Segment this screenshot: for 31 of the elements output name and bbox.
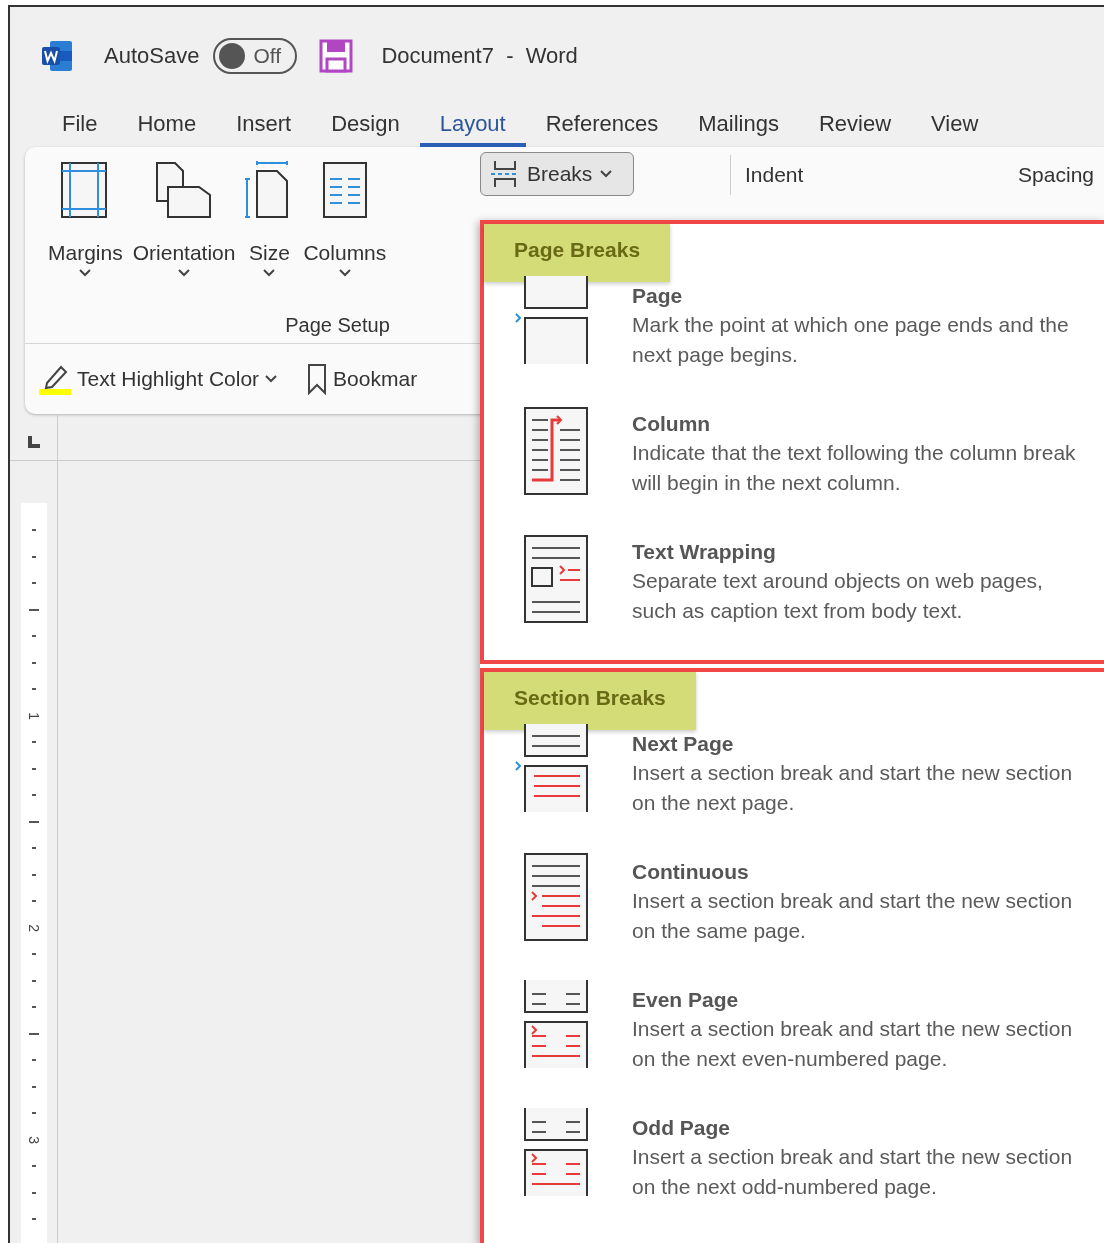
menu-item[interactable]: Column Indicate that the text following the column break will begin in the next column. (484, 404, 1104, 532)
menu-item[interactable]: Continuous Insert a section break and start the new section on the same page. (484, 852, 1104, 980)
menu-item[interactable]: Text Wrapping Separate text around objects on web pages, such as caption text from body text. (484, 532, 1104, 660)
ribbon-tab[interactable]: References (525, 105, 679, 147)
group-label: Indent (745, 163, 804, 187)
autosave-label: AutoSave (104, 43, 200, 69)
ribbon-tab[interactable]: Mailings (678, 105, 799, 147)
document-title: Document7 - Word (381, 43, 578, 69)
ribbon-button-label[interactable]: Size (249, 241, 290, 265)
autosave-toggle[interactable]: Off (213, 38, 298, 74)
ribbon-button-label[interactable]: Margins (48, 241, 123, 265)
section-heading: Section Breaks (484, 672, 696, 730)
menu-item[interactable]: Even Page Insert a section break and start the new section on the next even-numbered page. (484, 980, 1104, 1108)
ribbon-button-label[interactable]: Orientation (132, 241, 236, 265)
ruler-number: 2 (24, 923, 43, 932)
breaks-button[interactable]: Breaks (480, 152, 634, 196)
ribbon-button-label[interactable]: Text Highlight Color (77, 367, 260, 391)
group-label: Spacing (1018, 163, 1094, 187)
ribbon-tab[interactable]: File (42, 105, 118, 147)
ruler-number: 3 (24, 1135, 43, 1144)
ribbon-tab[interactable]: Design (311, 105, 420, 147)
ribbon-button-label[interactable]: Columns (303, 241, 387, 265)
ribbon-tab[interactable]: View (911, 105, 999, 147)
ribbon-tab[interactable]: Home (117, 105, 217, 147)
section-heading: Page Breaks (484, 224, 671, 282)
group-label: Page Setup (284, 314, 390, 337)
ribbon-tab[interactable]: Review (798, 105, 912, 147)
menu-item[interactable]: Odd Page Insert a section break and start the new section on the next odd-numbered page. (484, 1108, 1104, 1236)
ruler-number: 1 (24, 711, 43, 720)
ribbon-button-label[interactable]: Bookmar (333, 367, 418, 391)
ribbon-tab[interactable]: Insert (216, 105, 312, 147)
